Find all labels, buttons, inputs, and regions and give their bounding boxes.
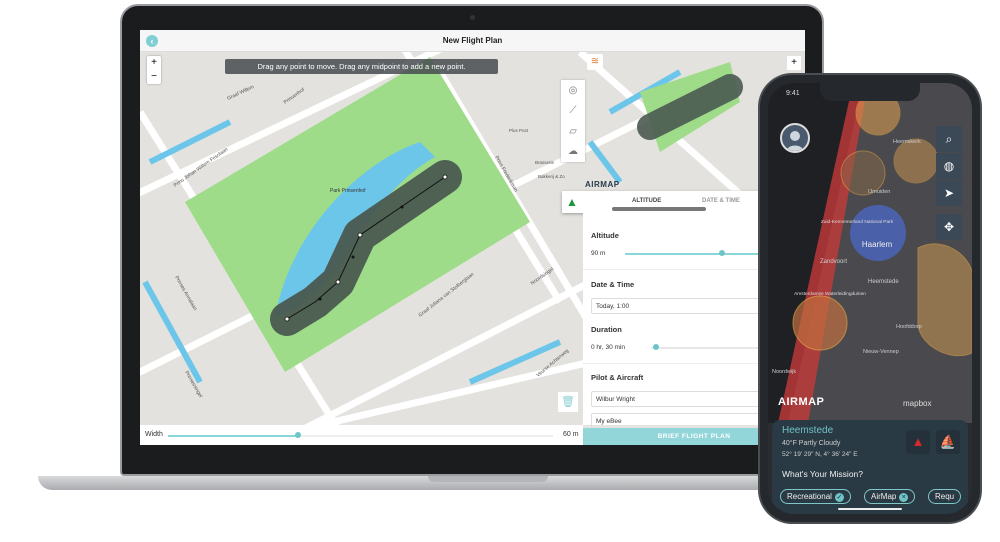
zoom-in-button-right[interactable]: + [787,56,801,70]
map-label-amsterdamse-waterleidingduinen: Amsterdamse Waterleidingduinen [794,291,866,297]
laptop-screen: ‹ New Flight Plan Park Prinsenhof Prinse… [140,30,805,445]
globe-icon[interactable]: ◍ [936,153,962,179]
width-slider[interactable] [168,435,298,437]
duration-label: Duration [591,325,622,334]
airmap-logo: AIRMAP [585,180,620,189]
map-label-heemskerk: Heemskerk [893,139,921,145]
width-value: 60 m [563,431,579,438]
tab-indicator [612,207,706,211]
close-icon: × [899,493,909,502]
path-tool-icon[interactable]: ⟋ [570,105,577,116]
chip-recreational[interactable]: Recreational ✓ [780,489,851,504]
takeoff-button[interactable]: ⛵ [936,430,960,454]
map-label-haarlem: Haarlem [862,240,893,249]
zoom-in-button[interactable]: + [147,56,161,70]
mapbox-logo: mapbox [903,399,932,408]
warning-icon[interactable]: ▲ [566,195,578,209]
trash-icon[interactable]: 🗑 [558,392,578,412]
map-label-bakkerij-zo: Bakkerij & Zo [538,174,565,179]
location-name: Heemstede [782,425,834,436]
phone-frame: Haarlem Zandvoort Heemstede Heemskerk IJ… [760,75,980,522]
tab-altitude[interactable]: ALTITUDE [632,198,661,204]
datetime-label: Date & Time [591,280,635,289]
title-bar: ‹ New Flight Plan [140,30,805,52]
home-indicator [838,508,902,510]
weather: 40°F Partly Cloudy [782,440,841,447]
map-label-heemstede: Heemstede [868,279,899,285]
phone-screen: Haarlem Zandvoort Heemstede Heemskerk IJ… [768,83,972,514]
draw-toolbar: ◎ ⟋ ▱ ☁ [561,80,585,162]
map-label-nieuw-vennep: Nieuw-Vennep [863,349,899,355]
mission-heading: What's Your Mission? [782,469,863,479]
avatar[interactable] [780,123,810,153]
airmap-logo: AIRMAP [778,396,825,408]
chip-airmap[interactable]: AirMap × [864,489,916,504]
map-label-zandvoort: Zandvoort [820,259,847,265]
map-label-zuid-kennemerland: Zuid-Kennemerland National Park [821,219,894,225]
pilot-aircraft-label: Pilot & Aircraft [591,373,644,382]
location-panel: Heemstede 40°F Partly Cloudy 52° 19' 29"… [772,420,968,514]
chip-requ[interactable]: Requ [928,489,962,504]
zoom-out-button[interactable]: − [147,70,161,84]
map-label-plus-post: Plus Post [509,128,529,133]
zoom-controls: + − [147,56,161,84]
width-label: Width [145,431,163,438]
polygon-tool-icon[interactable]: ▱ [569,126,577,137]
width-slider-handle[interactable] [295,432,301,438]
duration-slider-handle[interactable] [653,344,659,350]
map-label-ijmuiden: IJmuiden [868,189,890,195]
map-label-hoofddorp: Hoofddorp [896,324,922,330]
tooltip: Drag any point to move. Drag any midpoin… [225,59,498,74]
coordinates: 52° 19' 29" N, 4° 36' 24" E [782,451,858,458]
satellite-icon[interactable]: ✥ [936,214,962,240]
tab-date-time[interactable]: DATE & TIME [702,198,740,204]
navigation-arrow-icon[interactable]: ➤ [936,180,962,206]
altitude-label: Altitude [591,231,619,240]
duration-value: 0 hr, 30 min [591,344,625,351]
status-time: 9:41 [786,90,800,97]
search-icon[interactable]: ⌕ [936,126,962,152]
map-label: Park Prinsenhof [330,188,366,194]
width-bar: Width 60 m [140,425,583,445]
map-label-noordwijk: Noordwijk [772,369,796,375]
altitude-value: 90 m [591,250,606,257]
page-title: New Flight Plan [442,36,503,45]
map-label-brasserie: Brasserie [535,160,555,165]
advisory-warning-button[interactable]: ▲ [906,430,930,454]
altitude-slider-handle[interactable] [719,250,725,256]
check-icon: ✓ [834,493,844,502]
layers-button[interactable]: ≋ [587,54,603,70]
back-button[interactable]: ‹ [146,35,158,47]
camera [470,15,475,20]
point-tool-icon[interactable]: ◎ [569,85,578,96]
upload-icon[interactable]: ☁ [568,146,578,157]
